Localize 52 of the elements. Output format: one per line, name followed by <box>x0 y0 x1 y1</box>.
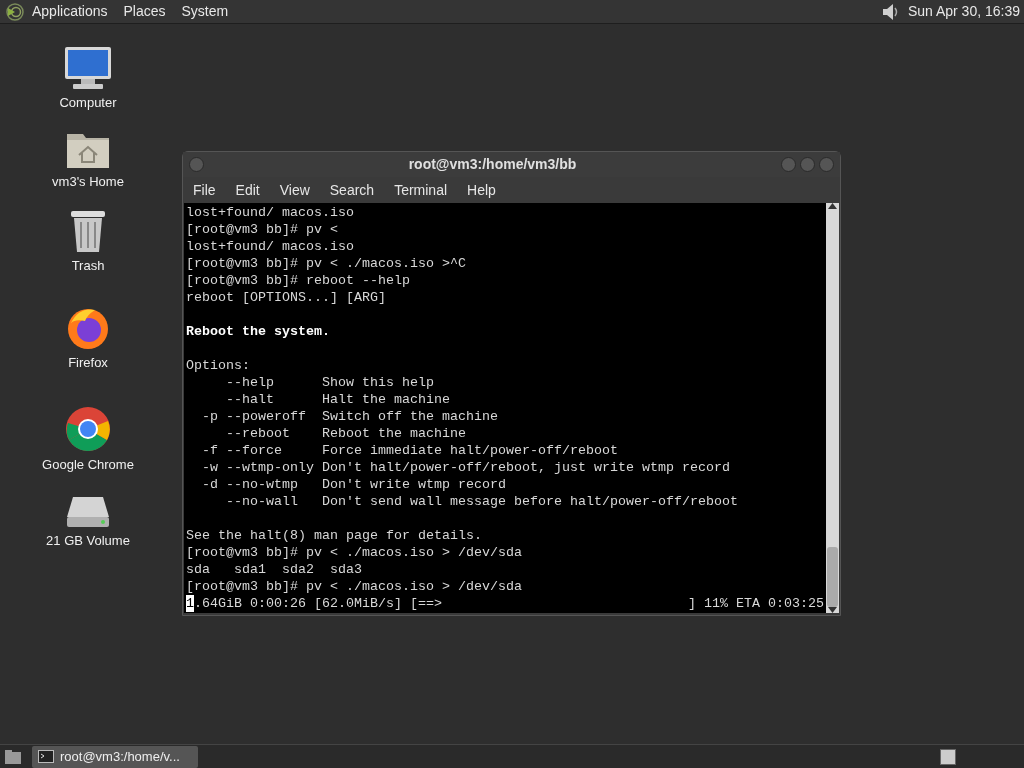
menu-item[interactable]: View <box>279 179 310 201</box>
icon-label[interactable]: vm3's Home <box>52 172 124 192</box>
browser-icon[interactable] <box>64 405 112 453</box>
scrollbar[interactable] <box>826 203 839 613</box>
terminal-line: reboot [OPTIONS...] [ARG] <box>186 289 387 306</box>
icon-label[interactable]: Trash <box>71 256 105 276</box>
terminal-line: -w --wtmp-only Don't halt/power-off/reboot, just write wtmp record <box>201 459 731 476</box>
panel-menu[interactable]: Places <box>123 1 166 22</box>
terminal-line: ] 11% ETA 0:03:25 <box>688 595 824 612</box>
clock[interactable]: Sun Apr 30, 16:39 <box>907 1 1020 22</box>
terminal-line: [root@vm3 bb]# pv < <box>186 221 339 238</box>
menu-item[interactable]: Search <box>329 179 375 201</box>
menu-item[interactable]: Help <box>467 179 496 201</box>
terminal-line: [root@vm3 bb]# reboot --help <box>186 272 411 289</box>
panel-menu[interactable]: Applications <box>32 1 108 22</box>
menu-item[interactable]: File <box>193 179 216 201</box>
taskbar-button[interactable]: root@vm3:/home/v... <box>32 745 198 768</box>
icon-label[interactable]: Google Chrome <box>42 455 134 475</box>
terminal-line: See the halt(8) man page for details. <box>186 527 483 544</box>
trash-icon[interactable] <box>68 208 108 254</box>
icon-label[interactable]: Firefox <box>68 353 108 373</box>
terminal-line: --no-wall Don't send wall message before halt/power-off/reboot <box>225 493 739 510</box>
terminal-line: [root@vm3 bb]# pv < ./macos.iso > /dev/sda <box>186 578 523 595</box>
logo-icon[interactable] <box>6 2 24 21</box>
terminal-line: -f --force Force immediate halt/power-off/reboot <box>201 442 619 459</box>
terminal-line: .64GiB 0:00:26 [62.0MiB/s] [==> <box>194 595 442 612</box>
terminal-icon <box>38 750 54 763</box>
drive-icon[interactable] <box>65 495 111 529</box>
menu-item[interactable]: Edit <box>235 179 260 201</box>
text-cursor: 1 <box>186 595 194 612</box>
terminal-line: -p --poweroff Switch off the machine <box>201 408 499 425</box>
window-title: root@vm3:/home/vm3/bb <box>407 155 578 174</box>
icon-label[interactable]: Computer <box>59 93 117 113</box>
terminal-line: Options: <box>186 357 251 374</box>
terminal-line: [root@vm3 bb]# pv < ./macos.iso >^C <box>186 255 467 272</box>
terminal-line: --reboot Reboot the machine <box>225 425 467 442</box>
show-desktop-icon[interactable] <box>4 748 22 765</box>
terminal-line: Reboot the system. <box>186 323 331 340</box>
terminal-line: sda sda1 sda2 sda3 <box>186 561 363 578</box>
terminal-line: lost+found/ macos.iso <box>186 238 355 255</box>
terminal-line: [root@vm3 bb]# pv < ./macos.iso > /dev/sda <box>186 544 523 561</box>
terminal-line: --halt Halt the machine <box>225 391 451 408</box>
computer-icon[interactable] <box>63 45 113 91</box>
scrollbar-thumb[interactable] <box>827 547 838 607</box>
workspace-switcher[interactable] <box>940 748 956 765</box>
terminal-line: -d --no-wtmp Don't write wtmp record <box>201 476 507 493</box>
panel-menu[interactable]: System <box>181 1 229 22</box>
terminal-line: --help Show this help <box>225 374 435 391</box>
terminal-line: lost+found/ macos.iso <box>186 204 355 221</box>
icon-label[interactable]: 21 GB Volume <box>46 531 130 551</box>
menu-item[interactable]: Terminal <box>394 179 448 201</box>
scroll-up-icon[interactable] <box>828 203 837 209</box>
